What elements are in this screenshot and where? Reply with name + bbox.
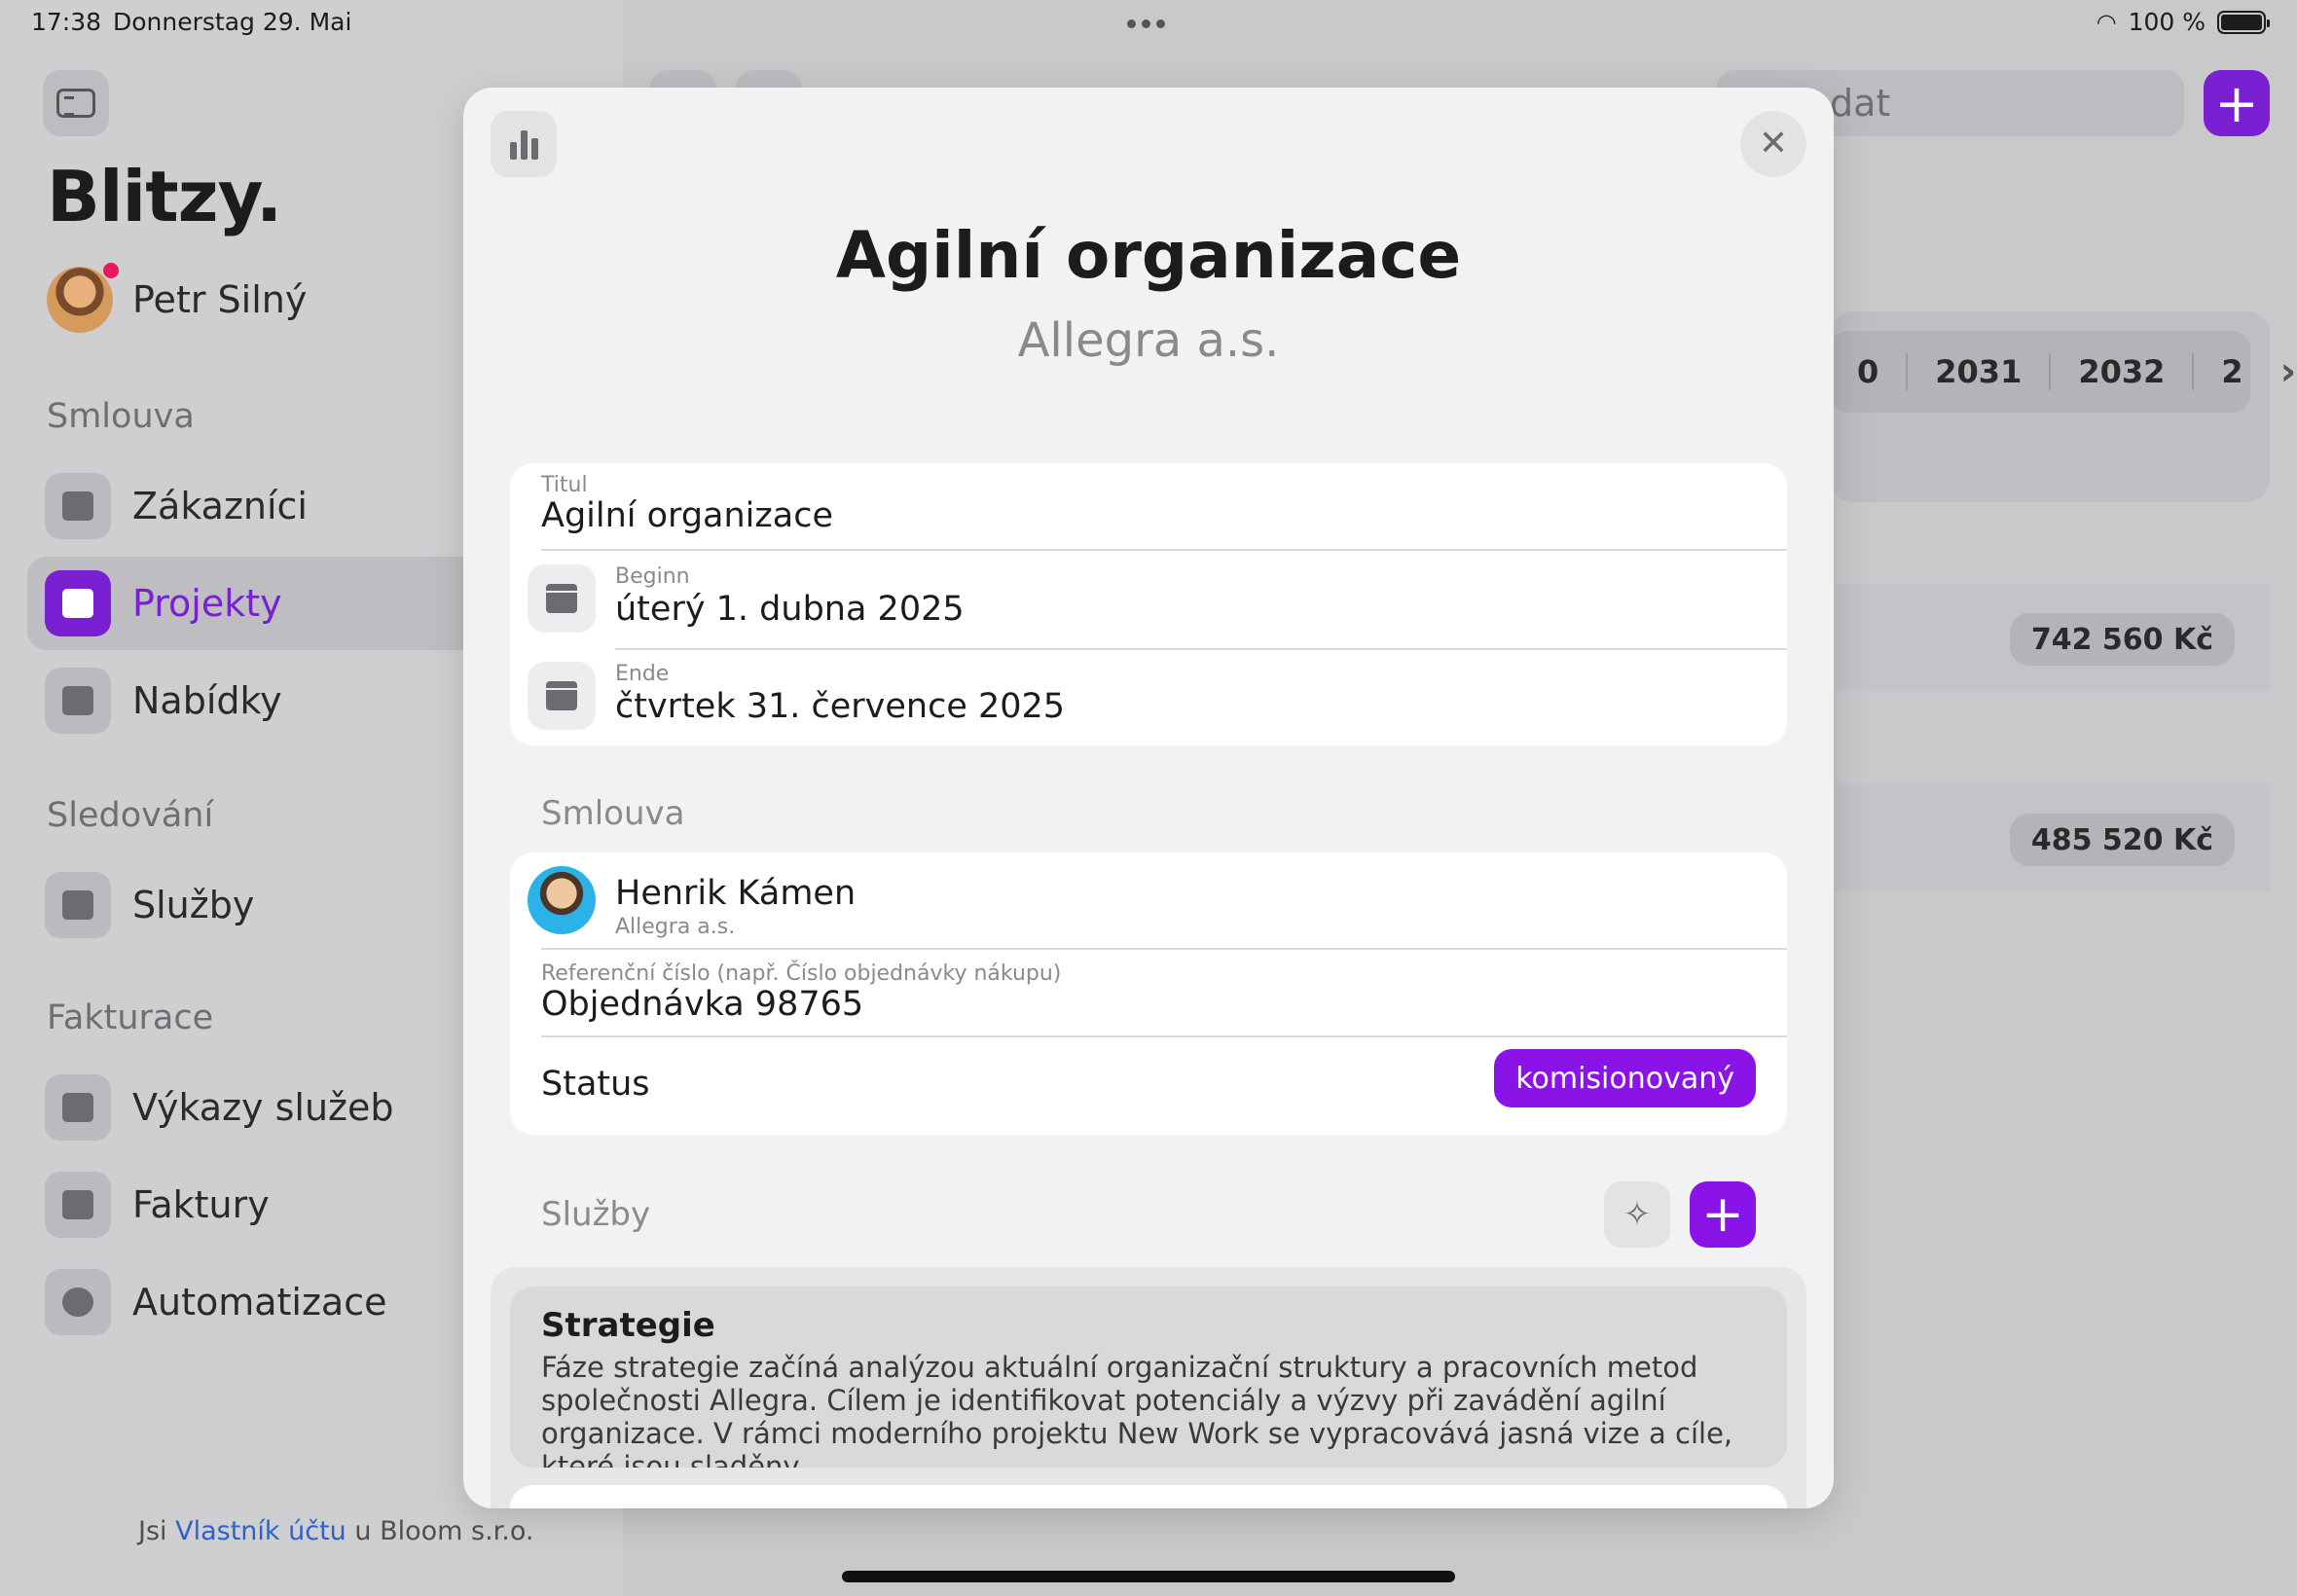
divider — [541, 1035, 1787, 1037]
amount-badge: 485 520 Kč — [2009, 814, 2235, 866]
calendar-icon — [45, 872, 111, 938]
sidebar-item-label: Faktury — [132, 1183, 270, 1226]
year-selector[interactable]: 0 2031 2032 2 › — [1830, 331, 2296, 413]
user-profile[interactable]: Petr Silný — [47, 263, 308, 333]
calendar-icon — [528, 662, 596, 730]
field-label: Referenční číslo (např. Číslo objednávky… — [541, 961, 1062, 986]
service-description: Fáze strategie začíná analýzou aktuální … — [541, 1351, 1733, 1468]
account-owner-link[interactable]: Vlastník účtu — [175, 1516, 346, 1546]
reference-field[interactable]: Referenční číslo (např. Číslo objednávky… — [510, 950, 1787, 1035]
add-service-button[interactable]: + — [1690, 1181, 1756, 1248]
status-badge[interactable]: komisionovaný — [1494, 1049, 1756, 1107]
user-name: Petr Silný — [132, 278, 308, 321]
year-item[interactable]: 2 — [2192, 353, 2270, 390]
sidebar-item-label: Služby — [132, 884, 255, 926]
plus-icon: + — [2214, 72, 2259, 134]
year-item[interactable]: 2031 — [1906, 353, 2049, 390]
avatar — [47, 263, 119, 333]
contact-row[interactable]: Henrik Kámen Allegra a.s. — [510, 852, 1787, 948]
sidebar-toggle-icon — [56, 89, 95, 118]
contact-company: Allegra a.s. — [615, 915, 736, 939]
receipt-icon — [45, 1172, 111, 1238]
field-label: Beginn — [615, 564, 690, 589]
sidebar-item-label: Projekty — [132, 582, 282, 625]
contract-card: Henrik Kámen Allegra a.s. Referenční čís… — [510, 852, 1787, 1135]
section-label-contract: Smlouva — [541, 794, 685, 833]
field-label: Titul — [541, 473, 588, 497]
document-icon — [45, 668, 111, 734]
avatar — [528, 866, 596, 934]
title-input[interactable]: Agilní organizace — [541, 496, 833, 535]
project-row[interactable]: 742 560 Kč — [1830, 584, 2270, 691]
sidebar-item-label: Výkazy služeb — [132, 1086, 394, 1129]
sidebar-item-label: Nabídky — [132, 679, 282, 722]
year-item[interactable]: 0 — [1830, 353, 1906, 390]
section-label-sledovani: Sledování — [47, 796, 214, 835]
list-item[interactable] — [510, 1485, 1787, 1508]
field-label: Ende — [615, 662, 670, 686]
close-button[interactable]: ✕ — [1740, 111, 1806, 177]
project-detail-sheet: ✕ Agilní organizace Allegra a.s. Titul A… — [463, 88, 1834, 1508]
status-label: Status — [541, 1065, 650, 1104]
sidebar-item-label: Automatizace — [132, 1281, 387, 1324]
wifi-icon: ◠ — [2096, 8, 2117, 36]
account-footer: Jsi Vlastník účtu u Bloom s.r.o. — [138, 1516, 534, 1546]
reference-input[interactable]: Objednávka 98765 — [541, 985, 863, 1024]
footer-suffix: u Bloom s.r.o. — [346, 1516, 534, 1546]
magic-wand-icon: ✧ — [1622, 1195, 1652, 1234]
battery-icon — [2217, 10, 2270, 34]
book-icon — [45, 570, 111, 636]
list-item[interactable]: Strategie Fáze strategie začíná analýzou… — [510, 1287, 1787, 1468]
battery-percent: 100 % — [2128, 8, 2206, 36]
notification-dot — [103, 263, 119, 278]
search-placeholder: dat — [1830, 82, 1891, 125]
timer-icon — [45, 1269, 111, 1335]
contact-card-icon — [45, 473, 111, 539]
section-label-fakturace: Fakturace — [47, 998, 214, 1037]
add-project-button[interactable]: + — [2204, 70, 2270, 136]
status-right: ◠ 100 % — [2096, 8, 2270, 36]
footer-prefix: Jsi — [138, 1516, 176, 1546]
plus-icon: + — [1701, 1185, 1744, 1244]
status-date: Donnerstag 29. Mai — [113, 8, 352, 36]
project-row[interactable]: 485 520 Kč — [1830, 784, 2270, 891]
amount-badge: 742 560 Kč — [2009, 613, 2235, 666]
signature-icon — [45, 1074, 111, 1141]
page-subtitle: Allegra a.s. — [1017, 313, 1280, 368]
end-date-value[interactable]: čtvrtek 31. července 2025 — [615, 687, 1065, 726]
calendar-icon — [528, 564, 596, 633]
home-indicator[interactable] — [842, 1571, 1455, 1582]
status-bar: 17:38 Donnerstag 29. Mai ◠ 100 % — [0, 0, 2297, 47]
multitasking-dots-icon[interactable] — [1127, 19, 1165, 28]
statistics-button[interactable] — [491, 111, 557, 177]
title-field[interactable]: Titul Agilní organizace — [510, 463, 1787, 549]
begin-date-value[interactable]: úterý 1. dubna 2025 — [615, 590, 965, 629]
section-label-services: Služby — [541, 1195, 651, 1234]
chevron-right-icon[interactable]: › — [2280, 349, 2296, 394]
page-title: Agilní organizace — [835, 218, 1462, 293]
sidebar-item-label: Zákazníci — [132, 485, 308, 527]
bar-chart-icon — [509, 128, 538, 160]
app-brand: Blitzy. — [47, 156, 282, 237]
magic-wand-button[interactable]: ✧ — [1604, 1181, 1670, 1248]
end-date-field[interactable]: Ende čtvrtek 31. července 2025 — [510, 650, 1787, 745]
year-item[interactable]: 2032 — [2049, 353, 2192, 390]
status-time: 17:38 — [31, 8, 102, 36]
begin-date-field[interactable]: Beginn úterý 1. dubna 2025 — [510, 551, 1787, 648]
section-label-smlouva: Smlouva — [47, 397, 195, 436]
service-title: Strategie — [541, 1306, 715, 1345]
close-icon: ✕ — [1758, 124, 1789, 163]
project-fields-card: Titul Agilní organizace Beginn úterý 1. … — [510, 463, 1787, 745]
contact-name: Henrik Kámen — [615, 874, 857, 913]
sidebar-toggle-button[interactable] — [43, 70, 109, 136]
